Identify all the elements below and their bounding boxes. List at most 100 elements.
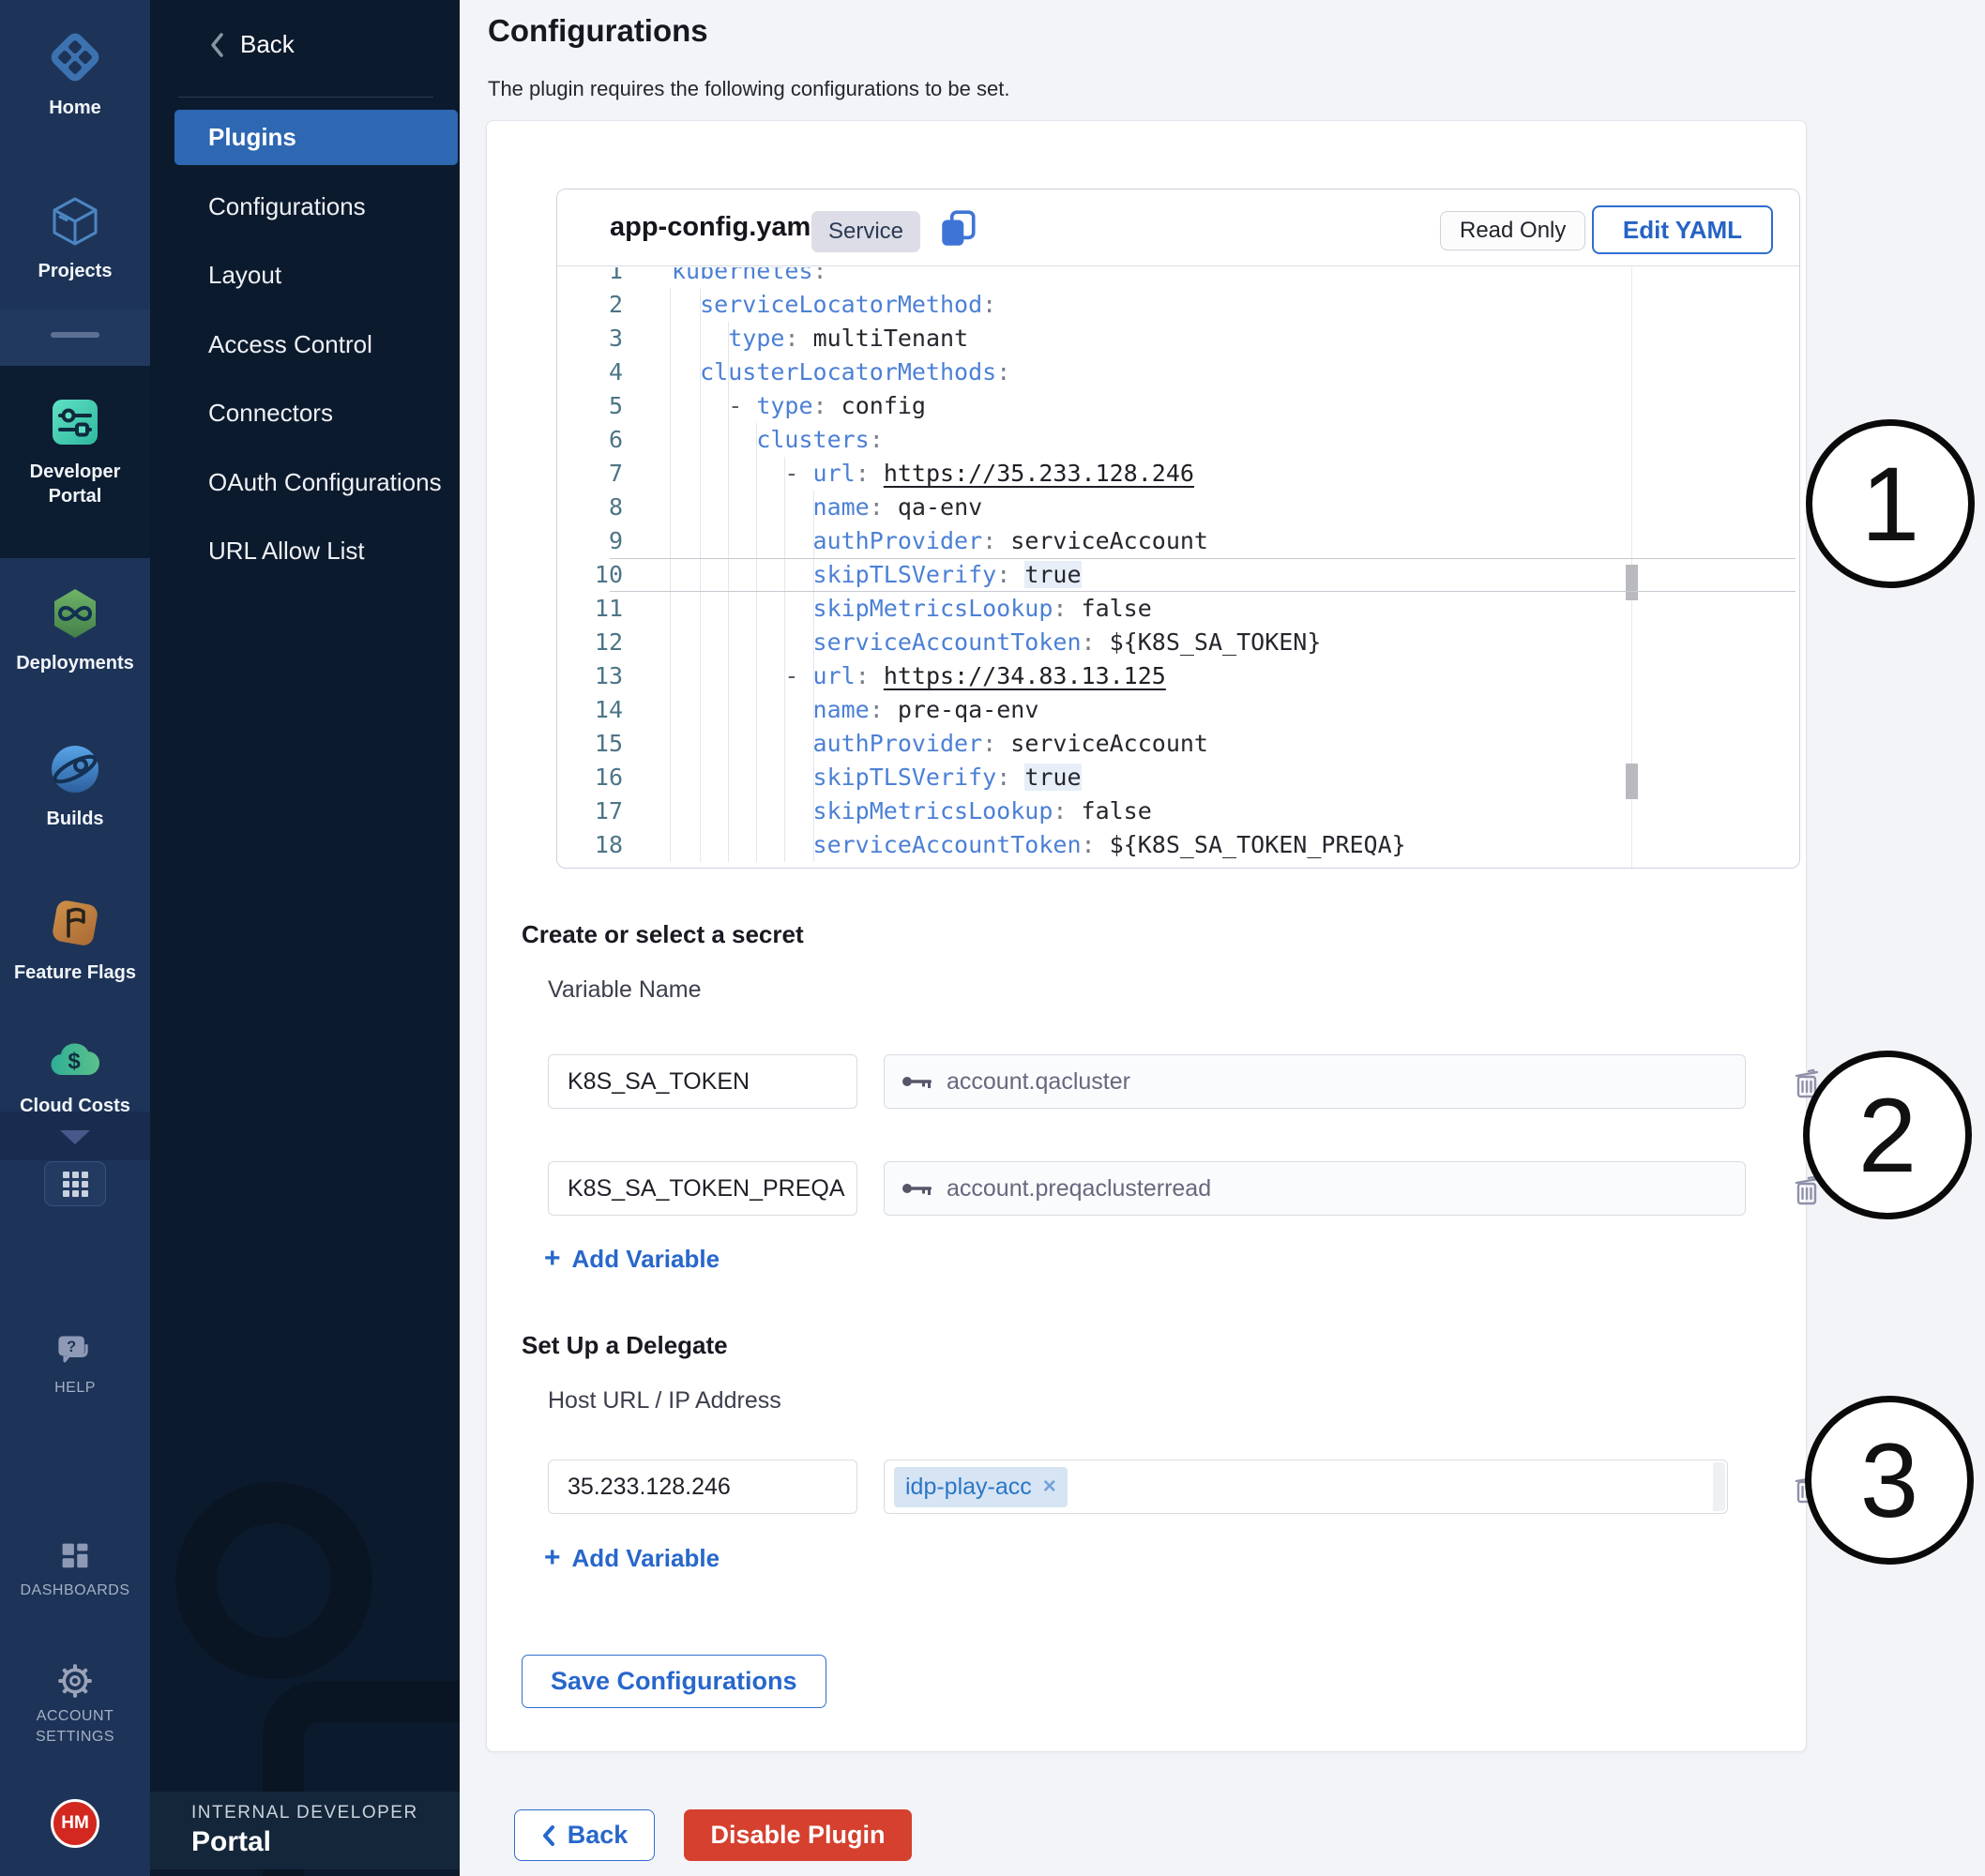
code-line-18: 18 serviceAccountToken: ${K8S_SA_TOKEN_P… xyxy=(557,828,1799,862)
disable-plugin-button[interactable]: Disable Plugin xyxy=(684,1809,912,1861)
line-number: 12 xyxy=(557,626,623,659)
sidebar-item-label: Deployments xyxy=(0,651,150,675)
sidebar-item-label: Feature Flags xyxy=(0,961,150,985)
code-line-13: 13 - url: https://34.83.13.125 xyxy=(557,659,1799,693)
sidebar-item-label: Home xyxy=(0,96,150,120)
edit-yaml-button[interactable]: Edit YAML xyxy=(1592,205,1773,254)
back-button-label: Back xyxy=(568,1821,629,1850)
yaml-code-area[interactable]: 1 kubernetes: 2 serviceLocatorMethod: 3 typ… xyxy=(557,267,1799,868)
page-subtitle: The plugin requires the following config… xyxy=(488,77,1009,101)
code-text: clusters: xyxy=(672,423,884,457)
sidebar-item-label: ACCOUNT SETTINGS xyxy=(0,1706,150,1747)
variable-name-input[interactable]: K8S_SA_TOKEN_PREQA xyxy=(548,1161,857,1216)
nav-item-connectors[interactable]: Connectors xyxy=(208,386,333,441)
sidebar-item-help[interactable]: ? HELP xyxy=(0,1332,150,1399)
line-number: 3 xyxy=(557,322,623,356)
variable-name-input[interactable]: K8S_SA_TOKEN xyxy=(548,1054,857,1109)
tag-chip[interactable]: idp-play-acc× xyxy=(894,1467,1068,1507)
save-configurations-button[interactable]: Save Configurations xyxy=(522,1655,826,1708)
code-line-11: 11 skipMetricsLookup: false xyxy=(557,592,1799,626)
nav-item-url-allow-list[interactable]: URL Allow List xyxy=(208,523,365,579)
sidebar-item-account-settings[interactable]: ACCOUNT SETTINGS xyxy=(0,1662,150,1747)
secret-section-title: Create or select a secret xyxy=(522,920,804,949)
sidebar-item-label: Builds xyxy=(0,807,150,831)
variable-name-label: Variable Name xyxy=(548,976,702,1004)
code-text: type: multiTenant xyxy=(672,322,968,356)
chevron-down-icon[interactable] xyxy=(60,1130,90,1144)
collapse-handle[interactable] xyxy=(51,332,99,338)
code-text: - url: https://35.233.128.246 xyxy=(672,457,1194,491)
code-text: clusterLocatorMethods: xyxy=(672,356,1010,389)
sidebar-item-home[interactable]: Home xyxy=(0,26,150,120)
nav-item-layout[interactable]: Layout xyxy=(208,248,281,303)
annotation-circle-1: 1 xyxy=(1806,419,1975,588)
dashboards-icon xyxy=(57,1538,93,1574)
delegate-tags-field[interactable]: idp-play-acc× xyxy=(884,1460,1728,1514)
code-lines: 1 kubernetes: 2 serviceLocatorMethod: 3 typ… xyxy=(557,267,1799,862)
feature-flags-icon xyxy=(45,893,105,953)
code-line-14: 14 name: pre-qa-env xyxy=(557,693,1799,727)
code-text: authProvider: serviceAccount xyxy=(672,727,1208,761)
remove-tag-icon[interactable]: × xyxy=(1043,1474,1056,1500)
delegate-section-title: Set Up a Delegate xyxy=(522,1331,728,1360)
yaml-header: app-config.yaml Service Read Only Edit Y… xyxy=(557,189,1799,266)
code-text: skipMetricsLookup: false xyxy=(672,794,1152,828)
page-title: Configurations xyxy=(488,13,708,49)
code-text: serviceAccountToken: ${K8S_SA_TOKEN_PREQ… xyxy=(672,828,1406,862)
host-url-input[interactable]: 35.233.128.246 xyxy=(548,1460,857,1514)
sidebar-item-developer-portal[interactable]: Developer Portal xyxy=(0,392,150,508)
yaml-filename: app-config.yaml xyxy=(610,212,818,243)
yaml-viewer: app-config.yaml Service Read Only Edit Y… xyxy=(556,189,1800,869)
line-number: 1 xyxy=(557,267,623,288)
sidebar-item-label: Developer Portal xyxy=(0,460,150,508)
plugin-nav-panel: Back Plugins Configurations Layout Access C… xyxy=(150,0,460,1876)
secret-select-field[interactable]: account.preqaclusterread xyxy=(884,1161,1746,1216)
help-chat-icon: ? xyxy=(54,1332,96,1371)
key-icon xyxy=(902,1074,933,1089)
sidebar-item-feature-flags[interactable]: Feature Flags xyxy=(0,893,150,985)
copy-icon[interactable] xyxy=(936,208,979,251)
module-picker-button[interactable] xyxy=(44,1161,106,1206)
secret-reference: account.qacluster xyxy=(947,1068,1130,1096)
sidebar-item-builds[interactable]: Builds xyxy=(0,739,150,831)
plus-icon: + xyxy=(544,1542,561,1574)
back-nav-link[interactable]: Back xyxy=(208,30,295,59)
deployments-icon xyxy=(45,583,105,643)
add-variable-link[interactable]: + Add Variable xyxy=(544,1243,720,1275)
user-avatar[interactable]: HM xyxy=(51,1799,99,1848)
divider xyxy=(178,97,433,98)
line-number: 2 xyxy=(557,288,623,322)
sidebar-item-deployments[interactable]: Deployments xyxy=(0,583,150,675)
sidebar-item-projects[interactable]: Projects xyxy=(0,191,150,283)
sidebar-item-dashboards[interactable]: DASHBOARDS xyxy=(0,1538,150,1601)
nav-item-configurations[interactable]: Configurations xyxy=(208,179,366,234)
sidebar-item-cloud-costs[interactable]: $ Cloud Costs xyxy=(0,1030,150,1118)
chevron-left-icon xyxy=(208,31,227,59)
code-line-17: 17 skipMetricsLookup: false xyxy=(557,794,1799,828)
add-variable-label: Add Variable xyxy=(572,1544,720,1573)
nav-item-plugins[interactable]: Plugins xyxy=(174,110,458,165)
portal-title: Portal xyxy=(191,1826,460,1858)
code-text: name: pre-qa-env xyxy=(672,693,1038,727)
code-line-1: 1 kubernetes: xyxy=(557,267,1799,288)
line-number: 15 xyxy=(557,727,623,761)
line-number: 8 xyxy=(557,491,623,524)
portal-eyebrow: INTERNAL DEVELOPER xyxy=(191,1803,460,1823)
code-text: kubernetes: xyxy=(672,267,827,288)
back-button[interactable]: Back xyxy=(514,1809,655,1861)
nav-item-oauth-configurations[interactable]: OAuth Configurations xyxy=(208,455,442,510)
service-badge: Service xyxy=(811,211,920,252)
code-line-4: 4 clusterLocatorMethods: xyxy=(557,356,1799,389)
secret-select-field[interactable]: account.qacluster xyxy=(884,1054,1746,1109)
code-line-9: 9 authProvider: serviceAccount xyxy=(557,524,1799,558)
line-number: 10 xyxy=(557,558,623,592)
cube-icon xyxy=(45,191,105,251)
left-sidebar: Home Projects Developer Portal xyxy=(0,0,150,1876)
decorative-ring xyxy=(175,1482,372,1679)
code-line-10: 10 skipTLSVerify: true xyxy=(557,558,1799,592)
code-text: serviceLocatorMethod: xyxy=(672,288,996,322)
sidebar-separator xyxy=(0,310,150,366)
line-number: 18 xyxy=(557,828,623,862)
add-delegate-variable-link[interactable]: + Add Variable xyxy=(544,1542,720,1574)
nav-item-access-control[interactable]: Access Control xyxy=(208,317,372,372)
